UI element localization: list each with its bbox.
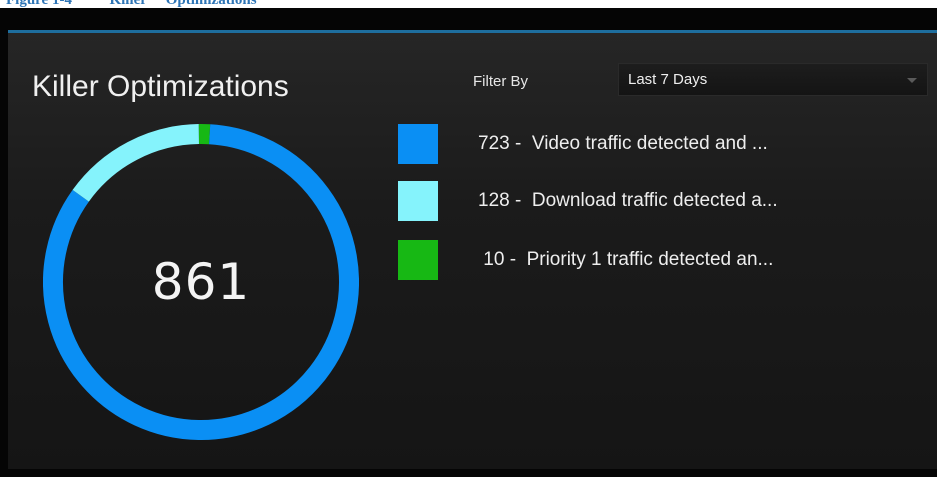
figure-caption-strip: Figure 1-4 Killer™ Optimizations (0, 0, 937, 8)
panel-accent-line (8, 30, 937, 33)
legend-label: 128 - Download traffic detected a... (478, 190, 778, 211)
panel-title: Killer Optimizations (32, 70, 289, 103)
legend-item[interactable]: 128 - Download traffic detected a... (398, 181, 928, 221)
optimizations-donut-chart: 861 (43, 124, 359, 440)
legend-label: 10 - Priority 1 traffic detected an... (478, 249, 774, 270)
filter-label: Filter By (473, 73, 529, 90)
legend-swatch (398, 181, 438, 221)
legend-swatch (398, 240, 438, 280)
filter-dropdown[interactable]: Last 7 Days (618, 63, 928, 96)
legend-swatch (398, 124, 438, 164)
total-count: 861 (151, 253, 251, 311)
legend-item[interactable]: 723 - Video traffic detected and ... (398, 124, 928, 164)
legend-item[interactable]: 10 - Priority 1 traffic detected an... (398, 240, 928, 280)
figure-caption: Figure 1-4 Killer™ Optimizations (6, 0, 257, 8)
filter-selected-value: Last 7 Days (628, 71, 708, 88)
legend-label: 723 - Video traffic detected and ... (478, 133, 768, 154)
chevron-down-icon[interactable] (907, 78, 917, 83)
